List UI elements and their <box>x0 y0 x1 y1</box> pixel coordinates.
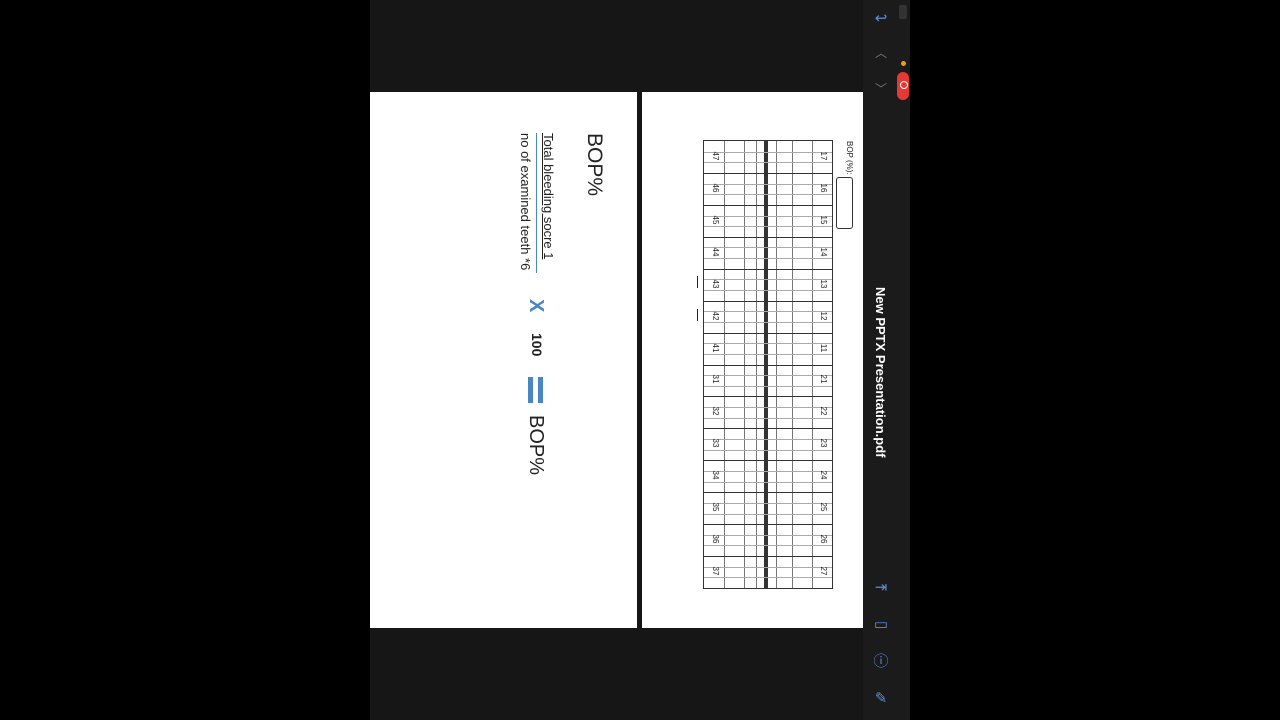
mic-indicator <box>901 61 906 66</box>
upper-tooth-number: 26 <box>819 534 828 544</box>
upper-tooth-number: 17 <box>819 151 828 161</box>
lower-tooth-number: 33 <box>711 438 720 448</box>
grid-row-line <box>704 481 832 483</box>
grid-row-line <box>704 172 832 174</box>
grid-row-line <box>704 311 832 313</box>
grid-row-line <box>704 194 832 196</box>
equals-symbol <box>528 377 544 403</box>
grid-row-line <box>704 364 832 366</box>
grid-row-line <box>704 268 832 270</box>
grid-row-line <box>704 226 832 228</box>
grid-row-line <box>704 470 832 472</box>
periodontal-chart-grid <box>703 140 833 589</box>
grid-row-line <box>704 375 832 377</box>
grid-row-line <box>704 204 832 206</box>
upper-tooth-number: 13 <box>819 279 828 289</box>
grid-row-line <box>704 385 832 387</box>
bookmark-icon[interactable]: ▭ <box>872 616 890 634</box>
grid-row-line <box>704 162 832 164</box>
numerator-text: Total bleeding socre <box>541 133 556 249</box>
grid-row-line <box>704 566 832 568</box>
lower-tooth-number: 32 <box>711 406 720 416</box>
grid-row-line <box>704 258 832 260</box>
lower-tooth-number: 31 <box>711 375 720 384</box>
formula-denominator: no of examined teeth *6 <box>518 133 533 271</box>
grid-row-line <box>704 524 832 526</box>
bop-percent-label: BOP (%): <box>845 141 854 175</box>
lower-tooth-number: 44 <box>711 247 720 257</box>
annotation-mark <box>697 276 701 288</box>
grid-row-line <box>704 407 832 409</box>
grid-row-line <box>704 428 832 430</box>
upper-tooth-number: 14 <box>819 247 828 257</box>
grid-row-line <box>704 577 832 579</box>
grid-row-line <box>704 492 832 494</box>
grid-row-line <box>704 183 832 185</box>
annotate-icon[interactable]: ✎ <box>872 690 890 708</box>
chevron-up-icon[interactable]: ︿ <box>875 44 887 61</box>
result-label: BOP% <box>525 415 547 476</box>
lower-tooth-number: 37 <box>711 566 720 576</box>
grid-row-line <box>704 236 832 238</box>
lower-tooth-number: 43 <box>711 279 720 289</box>
lower-tooth-number: 34 <box>711 470 720 480</box>
grid-row-line <box>704 460 832 462</box>
status-indicator <box>899 5 907 19</box>
grid-row-line <box>704 215 832 217</box>
info-icon[interactable]: ⓘ <box>872 653 890 671</box>
lower-tooth-number: 41 <box>711 343 720 352</box>
fraction-bar <box>536 133 537 273</box>
grid-row-line <box>704 513 832 515</box>
lower-tooth-number: 36 <box>711 534 720 544</box>
grid-row-line <box>704 321 832 323</box>
slide-title: BOP% <box>583 133 606 197</box>
lower-tooth-number: 45 <box>711 215 720 225</box>
grid-row-line <box>704 502 832 504</box>
upper-tooth-number: 15 <box>819 215 828 225</box>
numerator-suffix: 1 <box>541 248 556 260</box>
grid-row-line <box>704 353 832 355</box>
grid-row-line <box>704 417 832 419</box>
lower-tooth-number: 46 <box>711 183 720 193</box>
grid-row-line <box>704 343 832 345</box>
annotation-mark <box>697 309 701 321</box>
grid-row-line <box>704 247 832 249</box>
document-title: New PPTX Presentation.pdf <box>873 287 888 458</box>
upper-tooth-number: 27 <box>819 566 828 576</box>
grid-row-line <box>704 396 832 398</box>
upper-tooth-number: 21 <box>819 375 828 384</box>
lower-tooth-number: 47 <box>711 151 720 161</box>
upper-tooth-number: 23 <box>819 438 828 448</box>
record-icon <box>900 81 908 89</box>
upper-tooth-number: 16 <box>819 183 828 193</box>
grid-row-line <box>704 439 832 440</box>
grid-row-line <box>704 534 832 536</box>
formula-numerator: Total bleeding socre 1 <box>541 133 556 259</box>
upper-tooth-number: 24 <box>819 470 828 480</box>
grid-row-line <box>704 332 832 334</box>
chevron-down-icon[interactable]: ﹀ <box>875 80 887 97</box>
back-icon[interactable]: ↩ <box>872 10 890 28</box>
upper-tooth-number: 11 <box>819 343 828 352</box>
bop-percent-input <box>836 177 853 229</box>
times-symbol: X <box>525 299 547 313</box>
multiplier-value: 100 <box>529 333 545 357</box>
lower-tooth-number: 42 <box>711 311 720 321</box>
grid-row-line <box>704 151 832 153</box>
grid-row-line <box>704 290 832 291</box>
grid-row-line <box>704 556 832 558</box>
grid-row-line <box>704 279 832 281</box>
grid-row-line <box>704 545 832 547</box>
upper-tooth-number: 12 <box>819 311 828 321</box>
lower-tooth-number: 35 <box>711 502 720 512</box>
upper-tooth-number: 25 <box>819 502 828 512</box>
grid-row-line <box>704 300 832 302</box>
grid-row-line <box>704 449 832 451</box>
export-icon[interactable]: ⇥ <box>872 579 890 597</box>
upper-tooth-number: 22 <box>819 406 828 416</box>
